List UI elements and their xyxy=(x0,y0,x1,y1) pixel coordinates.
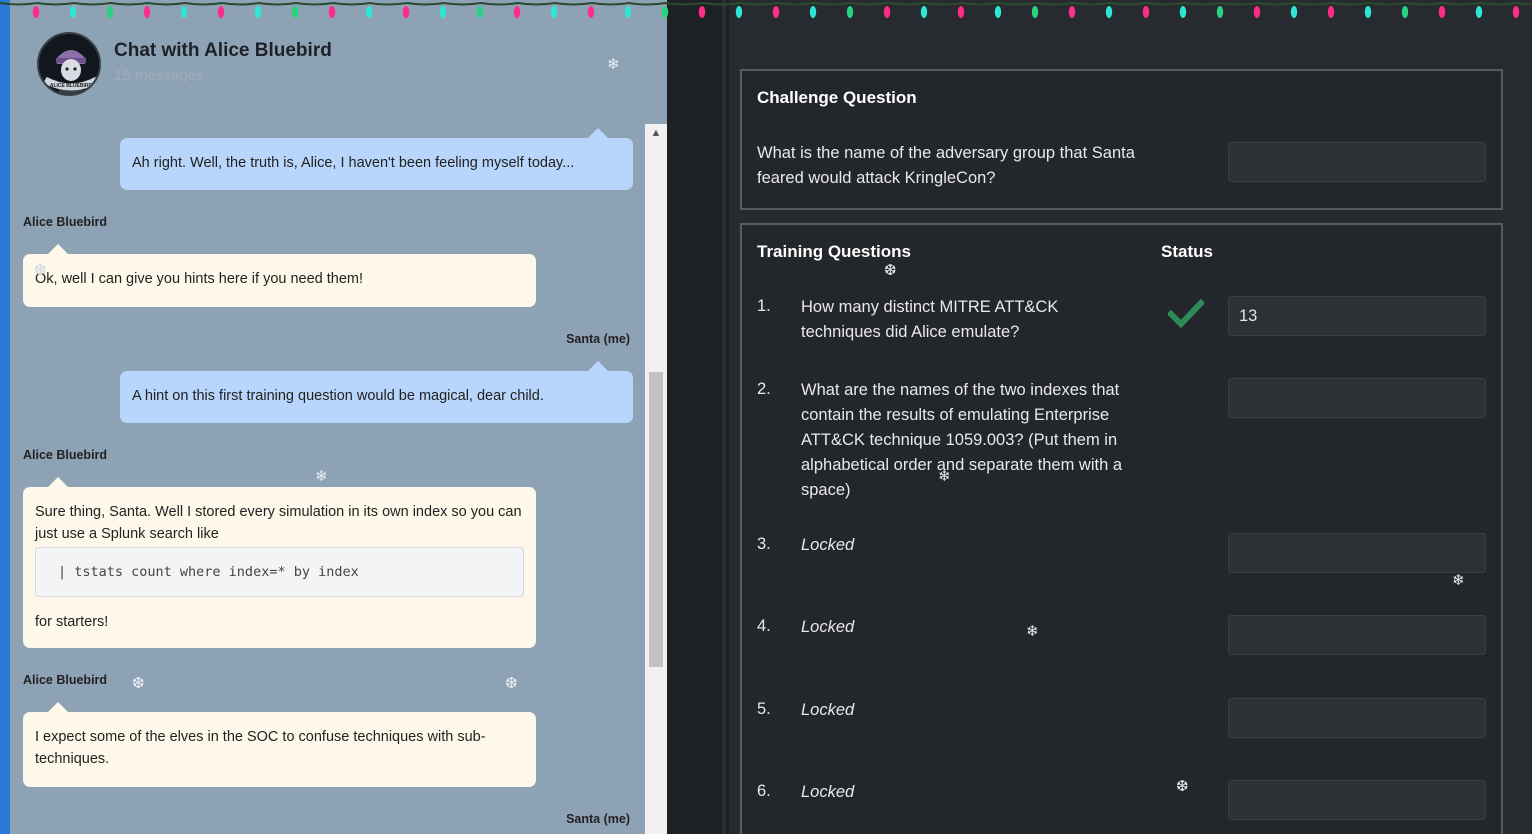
message-text: I expect some of the elves in the SOC to… xyxy=(35,729,486,767)
question-locked-label: Locked xyxy=(801,701,855,719)
training-title: Training Questions xyxy=(757,242,911,261)
answer-input-3[interactable] xyxy=(1228,533,1486,573)
message-bubble-alice: Sure thing, Santa. Well I stored every s… xyxy=(23,477,536,648)
question-number: 3. xyxy=(757,535,771,553)
sender-name: Alice Bluebird xyxy=(23,448,108,462)
question-locked-label: Locked xyxy=(801,618,855,636)
sender-name: Alice Bluebird xyxy=(23,673,108,687)
message-bubble-alice: I expect some of the elves in the SOC to… xyxy=(23,702,536,787)
chat-header: ALICE BLUEBIRD Chat with Alice Bluebird … xyxy=(10,0,667,118)
answer-input-4[interactable] xyxy=(1228,615,1486,655)
scrollbar-thumb[interactable] xyxy=(649,372,663,667)
sender-name: Santa (me) xyxy=(566,332,630,346)
app-root: ALICE BLUEBIRD Chat with Alice Bluebird … xyxy=(0,0,1532,834)
chat-panel: ALICE BLUEBIRD Chat with Alice Bluebird … xyxy=(0,0,667,834)
chat-title: Chat with Alice Bluebird xyxy=(114,40,332,61)
question-number: 1. xyxy=(757,297,771,315)
answer-input-5[interactable] xyxy=(1228,698,1486,738)
challenge-title: Challenge Question xyxy=(757,88,917,107)
status-header: Status xyxy=(1161,242,1213,261)
divider-line xyxy=(722,0,726,834)
message-text: A hint on this first training question w… xyxy=(132,388,544,404)
message-text: Ok, well I can give you hints here if yo… xyxy=(35,271,364,287)
challenge-answer-input[interactable] xyxy=(1228,142,1486,182)
challenge-question-box: Challenge Question What is the name of t… xyxy=(740,69,1503,210)
message-bubble-alice: Ok, well I can give you hints here if yo… xyxy=(23,244,536,307)
message-text: Ah right. Well, the truth is, Alice, I h… xyxy=(132,155,575,171)
question-number: 6. xyxy=(757,782,771,800)
chat-scrollbar[interactable]: ▲ xyxy=(645,124,667,834)
question-number: 5. xyxy=(757,700,771,718)
training-questions-box: Training Questions Status 1. How many di… xyxy=(740,223,1503,834)
questions-panel: Challenge Question What is the name of t… xyxy=(729,0,1532,834)
message-list: Ah right. Well, the truth is, Alice, I h… xyxy=(10,118,645,834)
question-text: How many distinct MITRE ATT&CK technique… xyxy=(801,298,1059,341)
question-text: What are the names of the two indexes th… xyxy=(801,381,1123,499)
challenge-question-text: What is the name of the adversary group … xyxy=(757,144,1135,187)
message-count: 15 messages xyxy=(114,67,204,84)
pane-divider xyxy=(667,0,729,834)
question-number: 2. xyxy=(757,380,771,398)
scroll-up-arrow-icon[interactable]: ▲ xyxy=(645,124,667,142)
question-locked-label: Locked xyxy=(801,783,855,801)
answer-input-1[interactable] xyxy=(1228,296,1486,336)
svg-text:ALICE BLUEBIRD: ALICE BLUEBIRD xyxy=(50,83,93,89)
code-snippet: | tstats count where index=* by index xyxy=(35,547,524,597)
sender-name: Alice Bluebird xyxy=(23,215,108,229)
sender-name: Santa (me) xyxy=(566,812,630,826)
question-locked-label: Locked xyxy=(801,536,855,554)
answer-input-6[interactable] xyxy=(1228,780,1486,820)
question-number: 4. xyxy=(757,617,771,635)
chat-panel-edge xyxy=(0,0,10,834)
answer-input-2[interactable] xyxy=(1228,378,1486,418)
message-bubble-santa: A hint on this first training question w… xyxy=(120,361,633,423)
check-icon xyxy=(1168,299,1204,329)
message-text: for starters! xyxy=(35,614,109,630)
message-bubble-santa: Ah right. Well, the truth is, Alice, I h… xyxy=(120,128,633,190)
message-text: Sure thing, Santa. Well I stored every s… xyxy=(35,504,522,542)
alice-bluebird-avatar: ALICE BLUEBIRD xyxy=(37,32,101,96)
